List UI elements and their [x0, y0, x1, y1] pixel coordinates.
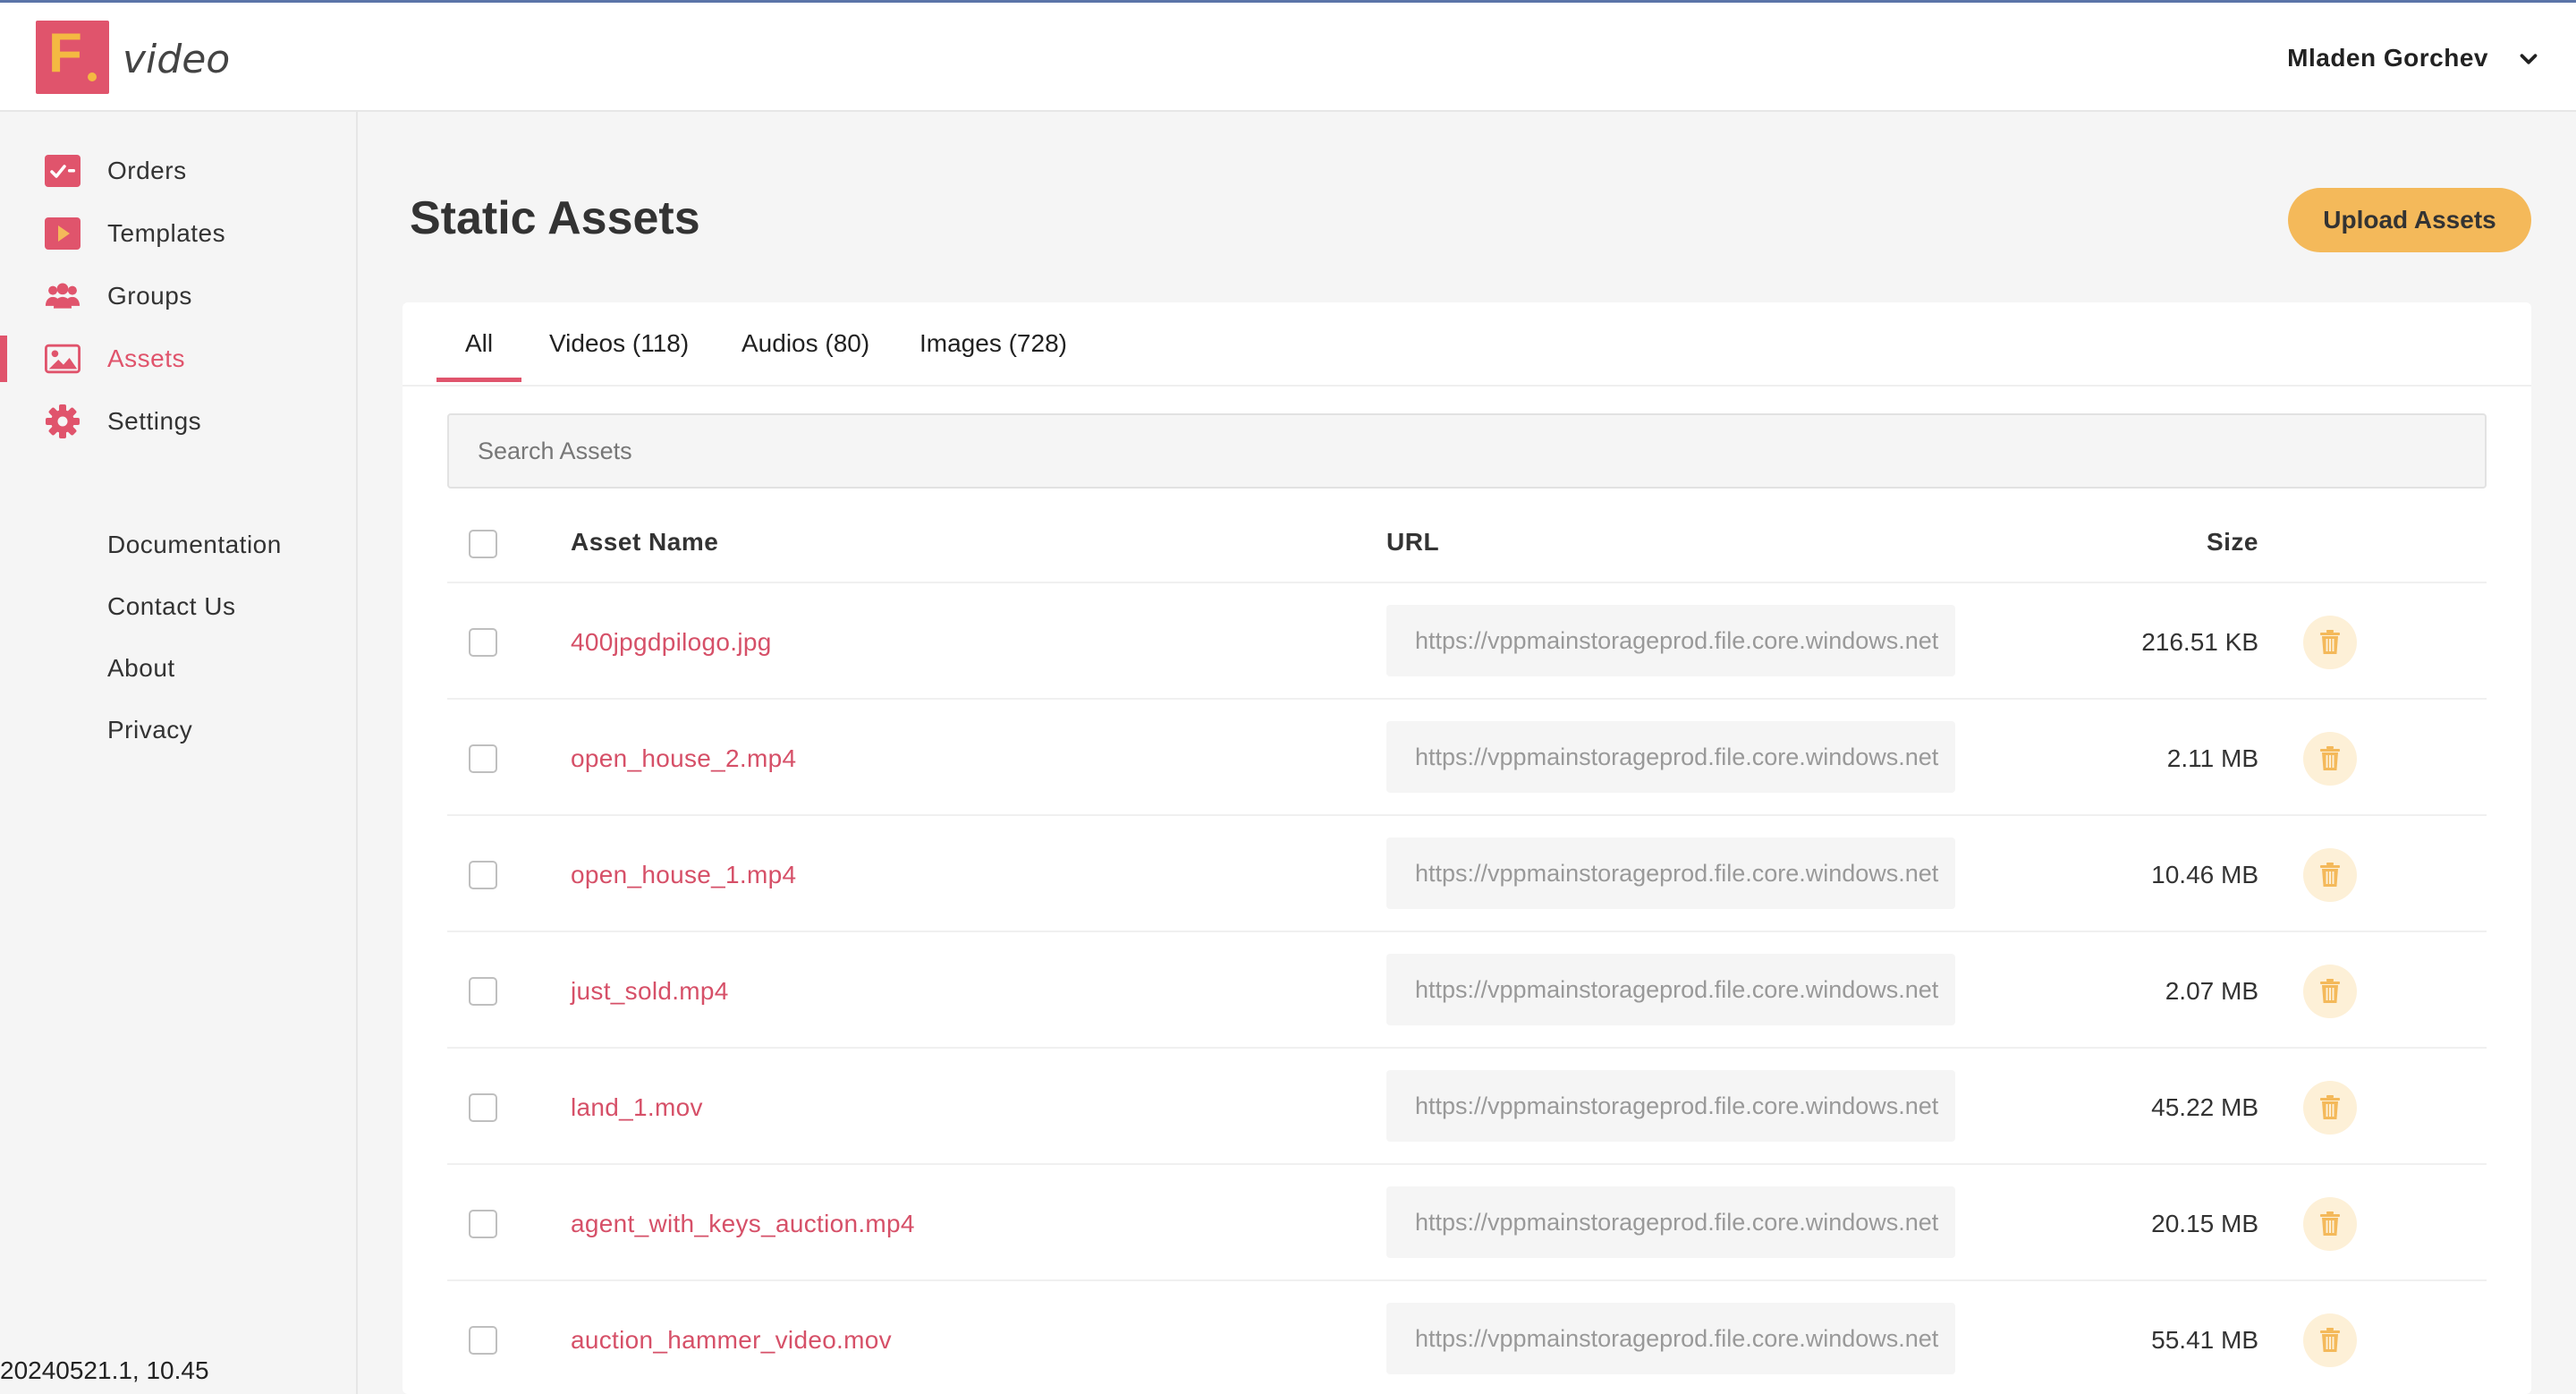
orders-check-icon [45, 155, 80, 187]
asset-url-field[interactable]: https://vppmainstorageprod.file.core.win… [1386, 837, 1955, 909]
trash-icon [2320, 746, 2340, 770]
asset-size: 2.11 MB [2166, 744, 2258, 772]
assets-card: All Videos (118) Audios (80) Images (728… [402, 302, 2531, 1394]
row-checkbox[interactable] [469, 628, 497, 657]
tab-videos[interactable]: Videos (118) [549, 329, 689, 383]
asset-url-field[interactable]: https://vppmainstorageprod.file.core.win… [1386, 605, 1955, 676]
sidebar-item-label: Orders [107, 157, 187, 184]
link-contact-us[interactable]: Contact Us [107, 592, 236, 621]
asset-name-link[interactable]: 400jpgdpilogo.jpg [571, 628, 772, 657]
trash-icon [2320, 979, 2340, 1003]
upload-assets-button[interactable]: Upload Assets [2288, 188, 2531, 252]
table-row: land_1.mov https://vppmainstorageprod.fil… [447, 1047, 2487, 1163]
asset-name-link[interactable]: land_1.mov [571, 1093, 703, 1122]
asset-size: 2.07 MB [2165, 977, 2258, 1005]
tab-images[interactable]: Images (728) [919, 329, 1067, 383]
trash-icon [2320, 863, 2340, 887]
page-title: Static Assets [410, 192, 700, 244]
table-row: agent_with_keys_auction.mp4 https://vppma… [447, 1163, 2487, 1279]
gear-icon [45, 404, 80, 438]
delete-asset-button[interactable] [2303, 1197, 2357, 1251]
table-row: open_house_2.mp4 https://vppmainstoragepr… [447, 698, 2487, 814]
trash-icon [2320, 1328, 2340, 1352]
column-header-asset-name[interactable]: Asset Name [571, 528, 718, 557]
asset-url-field[interactable]: https://vppmainstorageprod.file.core.win… [1386, 1070, 1955, 1142]
delete-asset-button[interactable] [2303, 965, 2357, 1018]
delete-asset-button[interactable] [2303, 1313, 2357, 1367]
sidebar-item-settings[interactable]: Settings [0, 395, 356, 448]
row-checkbox[interactable] [469, 744, 497, 773]
column-header-size[interactable]: Size [2102, 528, 2258, 557]
asset-url-field[interactable]: https://vppmainstorageprod.file.core.win… [1386, 1186, 1955, 1258]
sidebar-item-label: Groups [107, 282, 192, 310]
sidebar-item-label: Templates [107, 219, 226, 247]
sidebar-item-orders[interactable]: Orders [0, 144, 356, 198]
tab-audios[interactable]: Audios (80) [741, 329, 869, 383]
asset-name-link[interactable]: just_sold.mp4 [571, 977, 729, 1006]
link-privacy[interactable]: Privacy [107, 716, 192, 744]
trash-icon [2320, 630, 2340, 654]
sidebar-item-groups[interactable]: Groups [0, 269, 356, 323]
link-documentation[interactable]: Documentation [107, 531, 282, 559]
asset-name-link[interactable]: open_house_1.mp4 [571, 861, 796, 889]
asset-size: 45.22 MB [2151, 1093, 2258, 1121]
play-icon [45, 217, 80, 250]
sidebar-item-assets[interactable]: Assets [0, 332, 356, 386]
search-input[interactable] [447, 413, 2487, 489]
asset-size: 216.51 KB [2141, 628, 2258, 656]
tab-all[interactable]: All [436, 329, 522, 383]
asset-name-link[interactable]: open_house_2.mp4 [571, 744, 796, 773]
row-checkbox[interactable] [469, 861, 497, 889]
asset-url-field[interactable]: https://vppmainstorageprod.file.core.win… [1386, 1303, 1955, 1374]
table-row: just_sold.mp4 https://vppmainstorageprod.… [447, 931, 2487, 1047]
asset-name-link[interactable]: auction_hammer_video.mov [571, 1326, 892, 1355]
sidebar: Orders Templates Groups Assets Settings … [0, 112, 358, 1394]
trash-icon [2320, 1095, 2340, 1119]
app-version: 20240521.1, 10.45 [0, 1356, 209, 1384]
trash-icon [2320, 1211, 2340, 1236]
sidebar-item-templates[interactable]: Templates [0, 207, 356, 260]
asset-url-field[interactable]: https://vppmainstorageprod.file.core.win… [1386, 954, 1955, 1025]
asset-size: 20.15 MB [2151, 1210, 2258, 1237]
asset-size: 55.41 MB [2151, 1326, 2258, 1354]
chevron-down-icon[interactable] [2515, 46, 2542, 72]
delete-asset-button[interactable] [2303, 1081, 2357, 1135]
delete-asset-button[interactable] [2303, 732, 2357, 786]
users-icon [45, 280, 80, 312]
asset-name-link[interactable]: agent_with_keys_auction.mp4 [571, 1210, 915, 1238]
logo-text: video [123, 37, 231, 82]
sidebar-item-label: Assets [107, 344, 186, 372]
logo-dot [88, 72, 97, 81]
table-row: 400jpgdpilogo.jpg https://vppmainstoragep… [447, 582, 2487, 698]
select-all-checkbox[interactable] [469, 530, 497, 558]
brand-logo[interactable]: F [36, 21, 109, 94]
row-checkbox[interactable] [469, 977, 497, 1006]
row-checkbox[interactable] [469, 1326, 497, 1355]
sidebar-item-label: Settings [107, 407, 202, 435]
table-row: open_house_1.mp4 https://vppmainstoragepr… [447, 814, 2487, 931]
user-menu-name[interactable]: Mladen Gorchev [2287, 44, 2488, 72]
logo-letter: F [48, 22, 82, 84]
table-row: auction_hammer_video.mov https://vppmains… [447, 1279, 2487, 1394]
asset-tabs: All Videos (118) Audios (80) Images (728… [402, 302, 2531, 387]
row-checkbox[interactable] [469, 1210, 497, 1238]
delete-asset-button[interactable] [2303, 616, 2357, 669]
asset-size: 10.46 MB [2151, 861, 2258, 888]
asset-url-field[interactable]: https://vppmainstorageprod.file.core.win… [1386, 721, 1955, 793]
image-icon [45, 343, 80, 375]
delete-asset-button[interactable] [2303, 848, 2357, 902]
row-checkbox[interactable] [469, 1093, 497, 1122]
top-bar: F video Mladen Gorchev [0, 0, 2576, 112]
link-about[interactable]: About [107, 654, 175, 683]
column-header-url: URL [1386, 528, 1440, 556]
